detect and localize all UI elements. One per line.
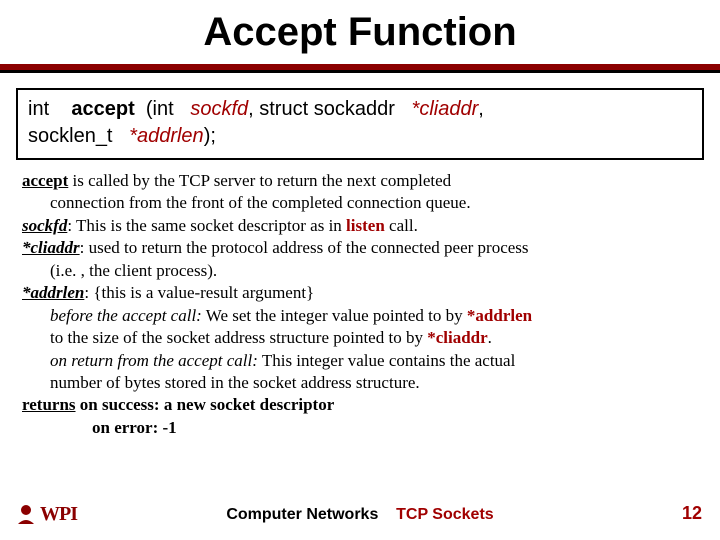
body-line: connection from the front of the complet… (50, 192, 698, 214)
body-line: This integer value contains the actual (258, 351, 515, 370)
sig-arg-cliaddr: *cliaddr (412, 98, 479, 120)
body-line: : used to return the protocol address of… (80, 238, 529, 257)
body-line: is called by the TCP server to return th… (68, 171, 451, 190)
sig-text: (int (146, 98, 174, 120)
title-bar: Accept Function (0, 0, 720, 70)
body-line: call. (385, 216, 418, 235)
logo-text: WPI (40, 503, 77, 526)
body-line: on success: a new socket descriptor (76, 395, 335, 414)
sig-arg-addrlen: *addrlen (129, 125, 204, 147)
term-listen: listen (346, 216, 385, 235)
slide-body: accept is called by the TCP server to re… (22, 170, 698, 439)
slide-footer: WPI Computer Networks TCP Sockets 12 (0, 498, 720, 528)
term-sockfd: sockfd (22, 216, 67, 235)
page-number: 12 (682, 503, 702, 524)
term-returns: returns (22, 395, 76, 414)
wpi-head-icon (14, 502, 38, 526)
sig-return-type: int (28, 98, 49, 120)
body-line: : This is the same socket descriptor as … (67, 216, 346, 235)
body-line: on error: -1 (92, 417, 698, 439)
phase-before: before the accept call: (50, 306, 202, 325)
phase-return: on return from the accept call: (50, 351, 258, 370)
body-line: (i.e. , the client process). (50, 260, 698, 282)
ref-addrlen: *addrlen (467, 306, 532, 325)
footer-label-2: TCP Sockets (396, 506, 494, 523)
body-line: . (488, 328, 492, 347)
term-addrlen: *addrlen (22, 283, 84, 302)
ref-cliaddr: *cliaddr (427, 328, 487, 347)
sig-function-name: accept (71, 98, 134, 120)
wpi-logo: WPI (14, 500, 84, 528)
footer-center: Computer Networks TCP Sockets (226, 506, 493, 524)
slide-title: Accept Function (203, 10, 516, 55)
sig-text: socklen_t (28, 125, 113, 147)
body-line: to the size of the socket address struct… (50, 328, 427, 347)
body-line: : {this is a value-result argument} (84, 283, 314, 302)
sig-text: , struct sockaddr (248, 98, 395, 120)
term-accept: accept (22, 171, 68, 190)
footer-label-1: Computer Networks (226, 506, 378, 523)
function-signature-box: int accept (int sockfd, struct sockaddr … (16, 88, 704, 160)
sig-text: ); (204, 125, 216, 147)
body-line: number of bytes stored in the socket add… (50, 372, 698, 394)
term-cliaddr: *cliaddr (22, 238, 80, 257)
sig-text: , (478, 98, 484, 120)
sig-arg-sockfd: sockfd (190, 98, 248, 120)
body-line: We set the integer value pointed to by (202, 306, 467, 325)
